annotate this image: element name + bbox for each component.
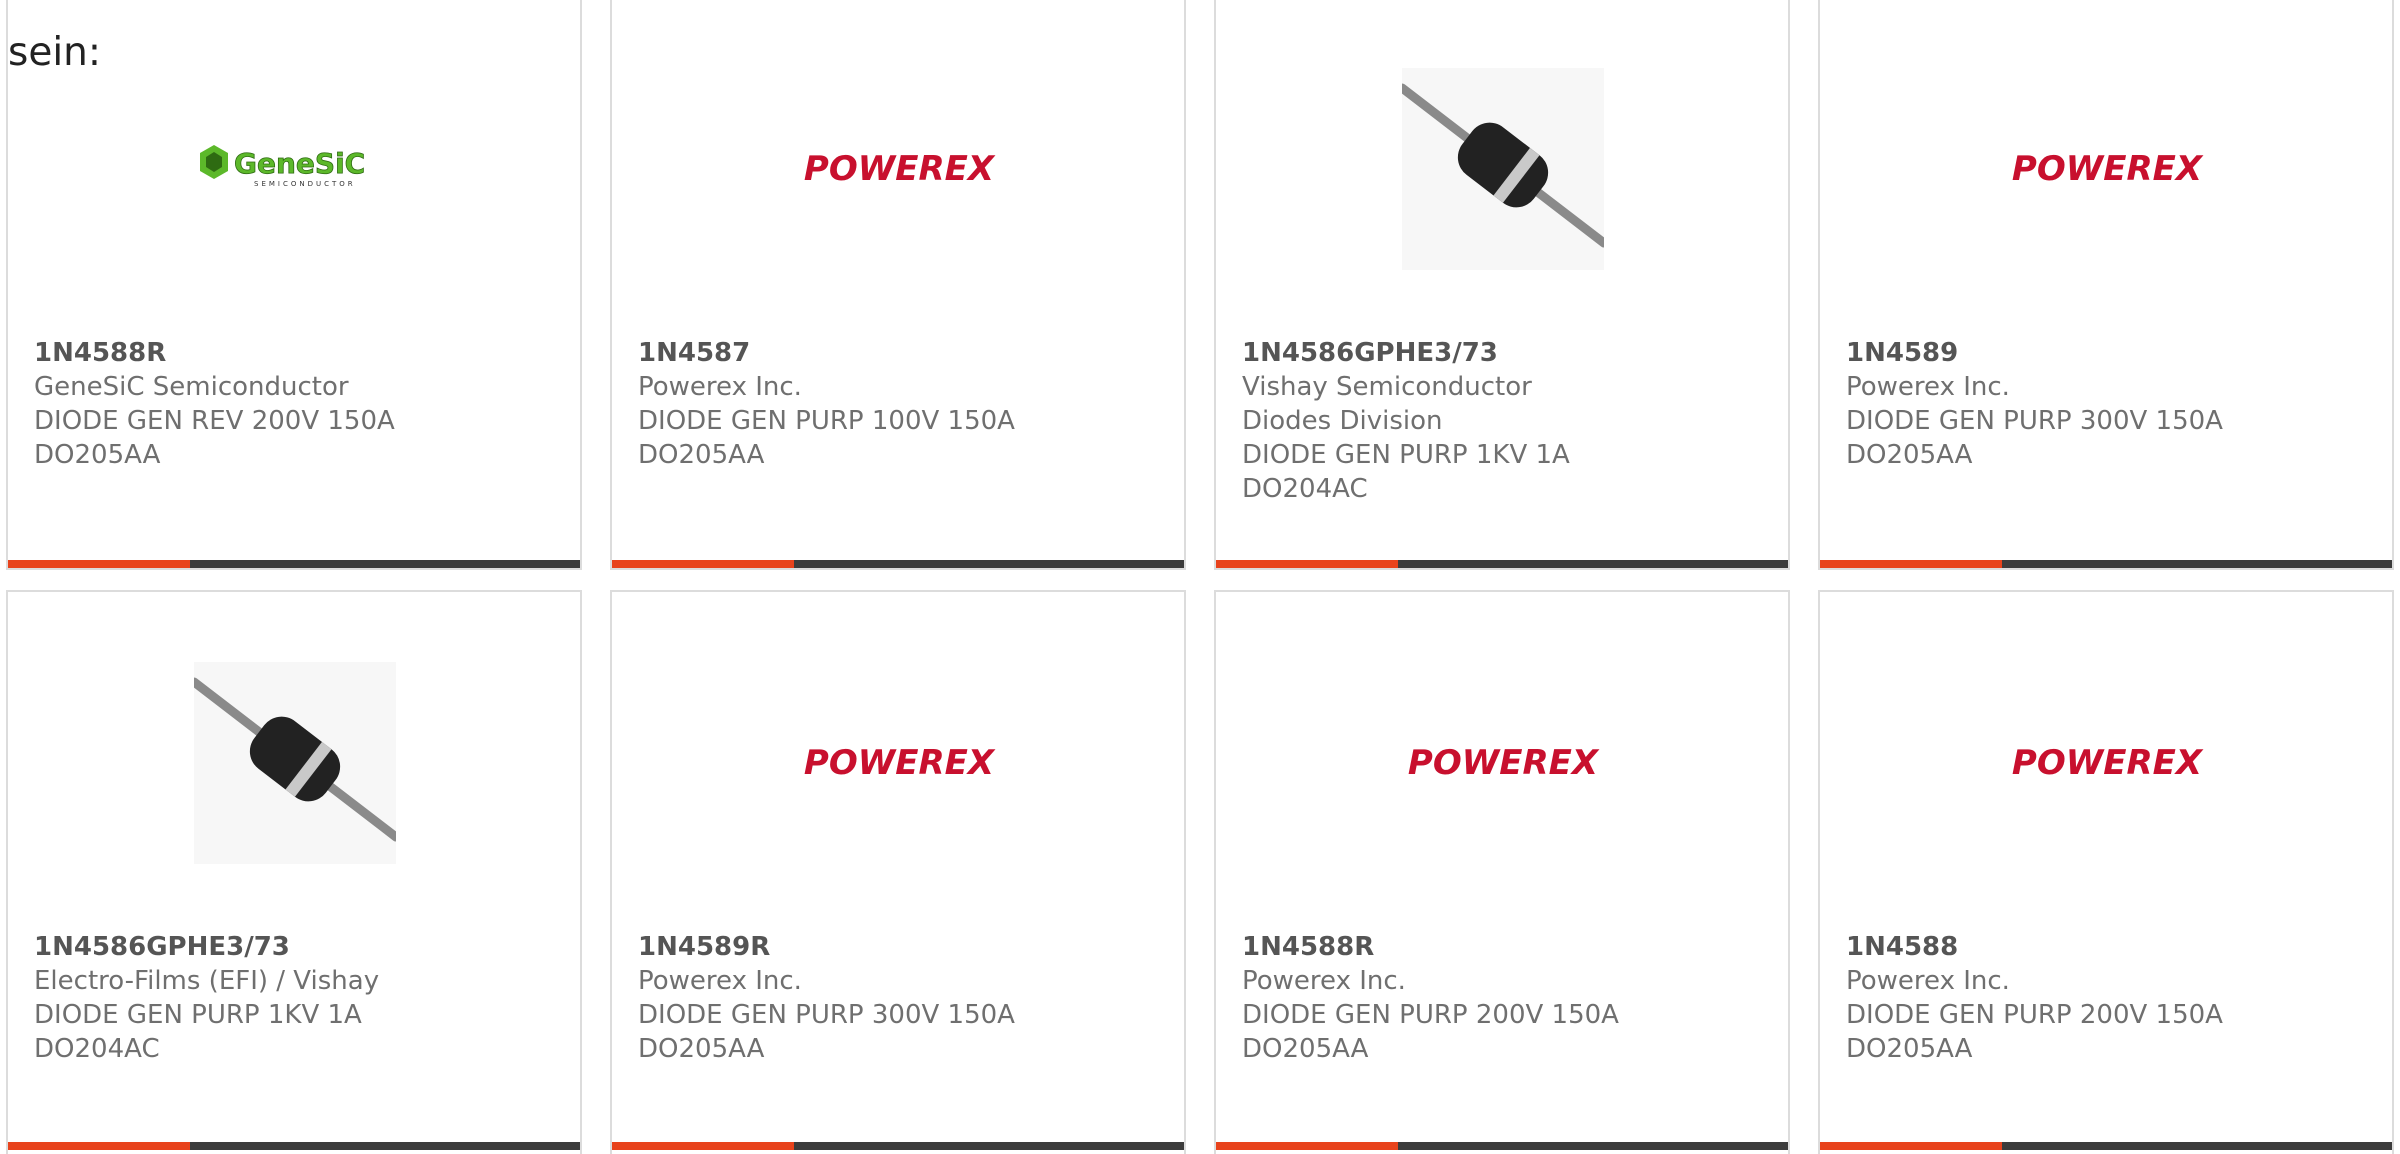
product-card[interactable]: 1N4586GPHE3/73 Electro-Films (EFI) / Vis… xyxy=(6,590,582,1154)
package: DO205AA xyxy=(1846,440,1973,470)
powerex-logo-text: POWEREX xyxy=(1408,743,1600,783)
card-accent xyxy=(1820,560,2002,568)
card-accent xyxy=(612,560,794,568)
part-number[interactable]: 1N4589R xyxy=(638,930,1158,964)
product-info: 1N4586GPHE3/73 Electro-Films (EFI) / Vis… xyxy=(34,930,554,1066)
manufacturer: Vishay Semiconductor Diodes Division xyxy=(1242,372,1532,436)
manufacturer: Electro-Films (EFI) / Vishay xyxy=(34,966,380,996)
genesic-logo-text: GeneSiC xyxy=(234,147,365,180)
card-bottom-bar xyxy=(1216,560,1788,568)
powerex-logo-icon: POWEREX xyxy=(1408,743,1600,783)
powerex-logo: POWEREX xyxy=(1402,662,1604,864)
manufacturer: Powerex Inc. xyxy=(638,372,802,402)
description: DIODE GEN PURP 200V 150A xyxy=(1846,1000,2223,1030)
card-accent xyxy=(8,560,190,568)
part-number[interactable]: 1N4587 xyxy=(638,336,1158,370)
card-bottom-bar xyxy=(8,1142,580,1150)
package: DO205AA xyxy=(638,1034,765,1064)
card-bottom-bar xyxy=(612,1142,1184,1150)
powerex-logo-icon: POWEREX xyxy=(804,743,996,783)
powerex-logo-text: POWEREX xyxy=(2012,743,2204,783)
axial-diode-icon xyxy=(1402,68,1604,270)
powerex-logo: POWEREX xyxy=(798,662,1000,864)
powerex-logo: POWEREX xyxy=(2006,662,2208,864)
product-info: 1N4588R GeneSiC Semiconductor DIODE GEN … xyxy=(34,336,554,472)
package: DO204AC xyxy=(34,1034,160,1064)
manufacturer: Powerex Inc. xyxy=(638,966,802,996)
description: DIODE GEN PURP 100V 150A xyxy=(638,406,1015,436)
genesic-logo-icon: GeneSiC SEMICONDUCTOR xyxy=(200,145,366,188)
part-number[interactable]: 1N4589 xyxy=(1846,336,2366,370)
product-card[interactable]: POWEREX 1N4589 Powerex Inc. DIODE GEN PU… xyxy=(1818,0,2394,570)
intro-text: sein: xyxy=(8,30,102,75)
product-card[interactable]: POWEREX 1N4588R Powerex Inc. DIODE GEN P… xyxy=(1214,590,1790,1154)
part-number[interactable]: 1N4588 xyxy=(1846,930,2366,964)
card-bottom-bar xyxy=(1820,1142,2392,1150)
powerex-logo-text: POWEREX xyxy=(804,743,996,783)
manufacturer: GeneSiC Semiconductor xyxy=(34,372,349,402)
product-info: 1N4589R Powerex Inc. DIODE GEN PURP 300V… xyxy=(638,930,1158,1066)
product-info: 1N4586GPHE3/73 Vishay Semiconductor Diod… xyxy=(1242,336,1762,506)
package: DO204AC xyxy=(1242,474,1368,504)
card-bottom-bar xyxy=(1216,1142,1788,1150)
description: DIODE GEN PURP 300V 150A xyxy=(1846,406,2223,436)
product-card[interactable]: POWEREX 1N4587 Powerex Inc. DIODE GEN PU… xyxy=(610,0,1186,570)
part-number[interactable]: 1N4588R xyxy=(34,336,554,370)
manufacturer: Powerex Inc. xyxy=(1242,966,1406,996)
genesic-logo: GeneSiC SEMICONDUCTOR xyxy=(194,68,396,270)
package: DO205AA xyxy=(1846,1034,1973,1064)
axial-diode-photo xyxy=(1402,68,1604,270)
card-accent xyxy=(8,1142,190,1150)
axial-diode-icon xyxy=(194,662,396,864)
axial-diode-photo xyxy=(194,662,396,864)
product-info: 1N4589 Powerex Inc. DIODE GEN PURP 300V … xyxy=(1846,336,2366,472)
package: DO205AA xyxy=(34,440,161,470)
powerex-logo: POWEREX xyxy=(798,68,1000,270)
powerex-logo-icon: POWEREX xyxy=(2012,149,2204,189)
powerex-logo-icon: POWEREX xyxy=(2012,743,2204,783)
product-card[interactable]: 1N4586GPHE3/73 Vishay Semiconductor Diod… xyxy=(1214,0,1790,570)
card-bottom-bar xyxy=(612,560,1184,568)
powerex-logo: POWEREX xyxy=(2006,68,2208,270)
product-card[interactable]: POWEREX 1N4589R Powerex Inc. DIODE GEN P… xyxy=(610,590,1186,1154)
product-grid-page: sein: GeneSiC SEMICONDUCTOR 1N4588R Gene… xyxy=(0,0,2400,1154)
description: DIODE GEN PURP 300V 150A xyxy=(638,1000,1015,1030)
part-number[interactable]: 1N4588R xyxy=(1242,930,1762,964)
card-accent xyxy=(612,1142,794,1150)
product-card[interactable]: POWEREX 1N4588 Powerex Inc. DIODE GEN PU… xyxy=(1818,590,2394,1154)
description: DIODE GEN REV 200V 150A xyxy=(34,406,395,436)
card-bottom-bar xyxy=(1820,560,2392,568)
manufacturer: Powerex Inc. xyxy=(1846,966,2010,996)
manufacturer: Powerex Inc. xyxy=(1846,372,2010,402)
genesic-logo-subtext: SEMICONDUCTOR xyxy=(254,180,356,188)
powerex-logo-icon: POWEREX xyxy=(804,149,996,189)
product-info: 1N4587 Powerex Inc. DIODE GEN PURP 100V … xyxy=(638,336,1158,472)
card-bottom-bar xyxy=(8,560,580,568)
package: DO205AA xyxy=(638,440,765,470)
product-info: 1N4588R Powerex Inc. DIODE GEN PURP 200V… xyxy=(1242,930,1762,1066)
product-card[interactable]: GeneSiC SEMICONDUCTOR 1N4588R GeneSiC Se… xyxy=(6,0,582,570)
powerex-logo-text: POWEREX xyxy=(2012,149,2204,189)
card-accent xyxy=(1216,1142,1398,1150)
product-info: 1N4588 Powerex Inc. DIODE GEN PURP 200V … xyxy=(1846,930,2366,1066)
card-accent xyxy=(1820,1142,2002,1150)
description: DIODE GEN PURP 1KV 1A xyxy=(34,1000,362,1030)
package: DO205AA xyxy=(1242,1034,1369,1064)
part-number[interactable]: 1N4586GPHE3/73 xyxy=(34,930,554,964)
powerex-logo-text: POWEREX xyxy=(804,149,996,189)
description: DIODE GEN PURP 1KV 1A xyxy=(1242,440,1570,470)
part-number[interactable]: 1N4586GPHE3/73 xyxy=(1242,336,1762,370)
description: DIODE GEN PURP 200V 150A xyxy=(1242,1000,1619,1030)
card-accent xyxy=(1216,560,1398,568)
